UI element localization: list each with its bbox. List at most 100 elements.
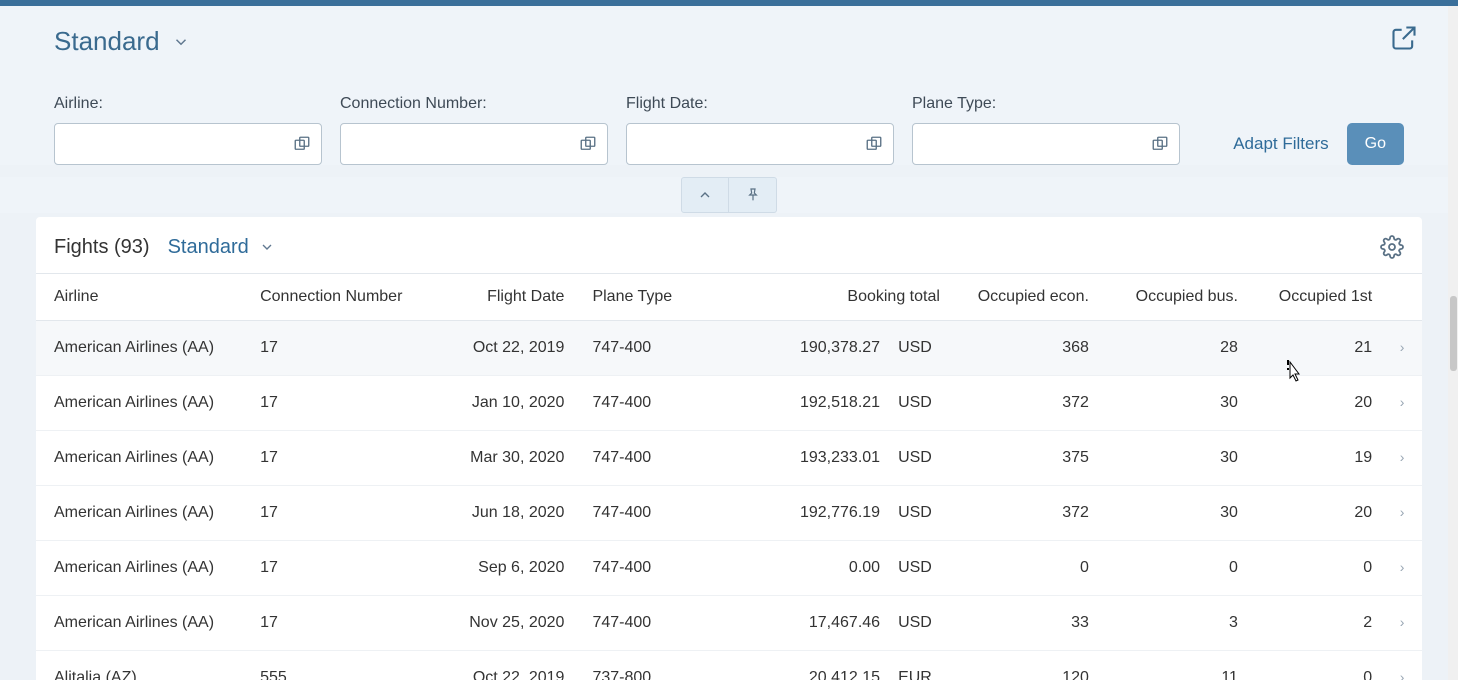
cell-plane: 747-400 — [582, 486, 731, 541]
page-title: Standard — [54, 26, 160, 57]
cell-currency: USD — [890, 431, 950, 486]
cell-plane: 747-400 — [582, 596, 731, 651]
cell-date: Mar 30, 2020 — [449, 431, 583, 486]
filter-airline: Airline: — [54, 95, 322, 165]
chevron-right-icon: › — [1400, 339, 1405, 355]
filter-connection: Connection Number: — [340, 95, 608, 165]
scrollbar-thumb[interactable] — [1450, 296, 1457, 371]
cell-connection: 17 — [250, 321, 448, 376]
column-header[interactable]: Occupied econ. — [950, 274, 1099, 321]
cell-plane: 737-800 — [582, 651, 731, 680]
flight-date-input[interactable] — [627, 124, 893, 164]
cell-econ: 120 — [950, 651, 1099, 680]
chevron-right-icon: › — [1400, 449, 1405, 465]
column-header[interactable]: Airline — [36, 274, 250, 321]
table-settings-icon[interactable] — [1380, 235, 1404, 259]
column-header[interactable]: Booking total — [731, 274, 950, 321]
cell-date: Jan 10, 2020 — [449, 376, 583, 431]
column-header[interactable]: Connection Number — [250, 274, 448, 321]
airline-input[interactable] — [55, 124, 321, 164]
cell-bus: 28 — [1099, 321, 1248, 376]
row-navigate[interactable]: › — [1382, 321, 1422, 376]
chevron-right-icon: › — [1400, 394, 1405, 410]
table-row[interactable]: American Airlines (AA) 17 Nov 25, 2020 7… — [36, 596, 1422, 651]
cell-airline: American Airlines (AA) — [36, 486, 250, 541]
cell-airline: American Airlines (AA) — [36, 596, 250, 651]
cell-booking: 193,233.01 — [731, 431, 890, 486]
cell-date: Nov 25, 2020 — [449, 596, 583, 651]
column-header[interactable]: Flight Date — [449, 274, 583, 321]
cell-booking: 192,776.19 — [731, 486, 890, 541]
cell-booking: 17,467.46 — [731, 596, 890, 651]
cell-currency: USD — [890, 596, 950, 651]
chevron-right-icon: › — [1400, 614, 1405, 630]
cell-connection: 17 — [250, 596, 448, 651]
table-row[interactable]: American Airlines (AA) 17 Jan 10, 2020 7… — [36, 376, 1422, 431]
filter-flight-date: Flight Date: — [626, 95, 894, 165]
row-navigate[interactable]: › — [1382, 431, 1422, 486]
chevron-down-icon — [172, 33, 190, 51]
variant-selector[interactable]: Standard — [54, 26, 1404, 57]
row-navigate[interactable]: › — [1382, 376, 1422, 431]
chevron-right-icon: › — [1400, 669, 1405, 680]
cell-plane: 747-400 — [582, 321, 731, 376]
table-row[interactable]: American Airlines (AA) 17 Jun 18, 2020 7… — [36, 486, 1422, 541]
value-help-icon[interactable] — [1151, 135, 1169, 153]
cell-first: 20 — [1248, 376, 1382, 431]
cell-bus: 30 — [1099, 376, 1248, 431]
cell-connection: 17 — [250, 431, 448, 486]
cell-first: 2 — [1248, 596, 1382, 651]
cell-date: Oct 22, 2019 — [449, 321, 583, 376]
cell-bus: 3 — [1099, 596, 1248, 651]
cell-connection: 17 — [250, 486, 448, 541]
cell-currency: USD — [890, 541, 950, 596]
cell-first: 0 — [1248, 541, 1382, 596]
go-button[interactable]: Go — [1347, 123, 1404, 165]
column-header[interactable]: Occupied bus. — [1099, 274, 1248, 321]
table-row[interactable]: Alitalia (AZ) 555 Oct 22, 2019 737-800 2… — [36, 651, 1422, 680]
filter-label: Connection Number: — [340, 95, 608, 113]
cell-currency: USD — [890, 376, 950, 431]
collapse-header-button[interactable] — [681, 177, 729, 213]
cell-plane: 747-400 — [582, 376, 731, 431]
filter-label: Plane Type: — [912, 95, 1180, 113]
cell-first: 19 — [1248, 431, 1382, 486]
row-navigate[interactable]: › — [1382, 651, 1422, 680]
value-help-icon[interactable] — [293, 135, 311, 153]
table-row[interactable]: American Airlines (AA) 17 Sep 6, 2020 74… — [36, 541, 1422, 596]
pin-header-button[interactable] — [729, 177, 777, 213]
plane-type-input[interactable] — [913, 124, 1179, 164]
cell-econ: 372 — [950, 486, 1099, 541]
row-navigate[interactable]: › — [1382, 486, 1422, 541]
cell-date: Sep 6, 2020 — [449, 541, 583, 596]
adapt-filters-link[interactable]: Adapt Filters — [1233, 134, 1328, 154]
value-help-icon[interactable] — [579, 135, 597, 153]
filter-plane-type: Plane Type: — [912, 95, 1180, 165]
cell-econ: 368 — [950, 321, 1099, 376]
share-icon[interactable] — [1390, 24, 1418, 52]
table-row[interactable]: American Airlines (AA) 17 Mar 30, 2020 7… — [36, 431, 1422, 486]
row-navigate[interactable]: › — [1382, 541, 1422, 596]
cell-bus: 0 — [1099, 541, 1248, 596]
table-variant-selector[interactable]: Standard — [168, 236, 275, 259]
chevron-right-icon: › — [1400, 559, 1405, 575]
connection-input[interactable] — [341, 124, 607, 164]
chevron-down-icon — [259, 239, 275, 255]
column-header[interactable]: Occupied 1st — [1248, 274, 1382, 321]
cell-econ: 372 — [950, 376, 1099, 431]
cell-booking: 192,518.21 — [731, 376, 890, 431]
cell-first: 20 — [1248, 486, 1382, 541]
cell-booking: 0.00 — [731, 541, 890, 596]
cell-booking: 190,378.27 — [731, 321, 890, 376]
column-header[interactable]: Plane Type — [582, 274, 731, 321]
cell-currency: EUR — [890, 651, 950, 680]
cell-connection: 17 — [250, 376, 448, 431]
cell-plane: 747-400 — [582, 541, 731, 596]
row-navigate[interactable]: › — [1382, 596, 1422, 651]
chevron-right-icon: › — [1400, 504, 1405, 520]
cell-airline: American Airlines (AA) — [36, 376, 250, 431]
table-row[interactable]: American Airlines (AA) 17 Oct 22, 2019 7… — [36, 321, 1422, 376]
cell-airline: American Airlines (AA) — [36, 321, 250, 376]
scrollbar[interactable] — [1448, 6, 1458, 680]
value-help-icon[interactable] — [865, 135, 883, 153]
